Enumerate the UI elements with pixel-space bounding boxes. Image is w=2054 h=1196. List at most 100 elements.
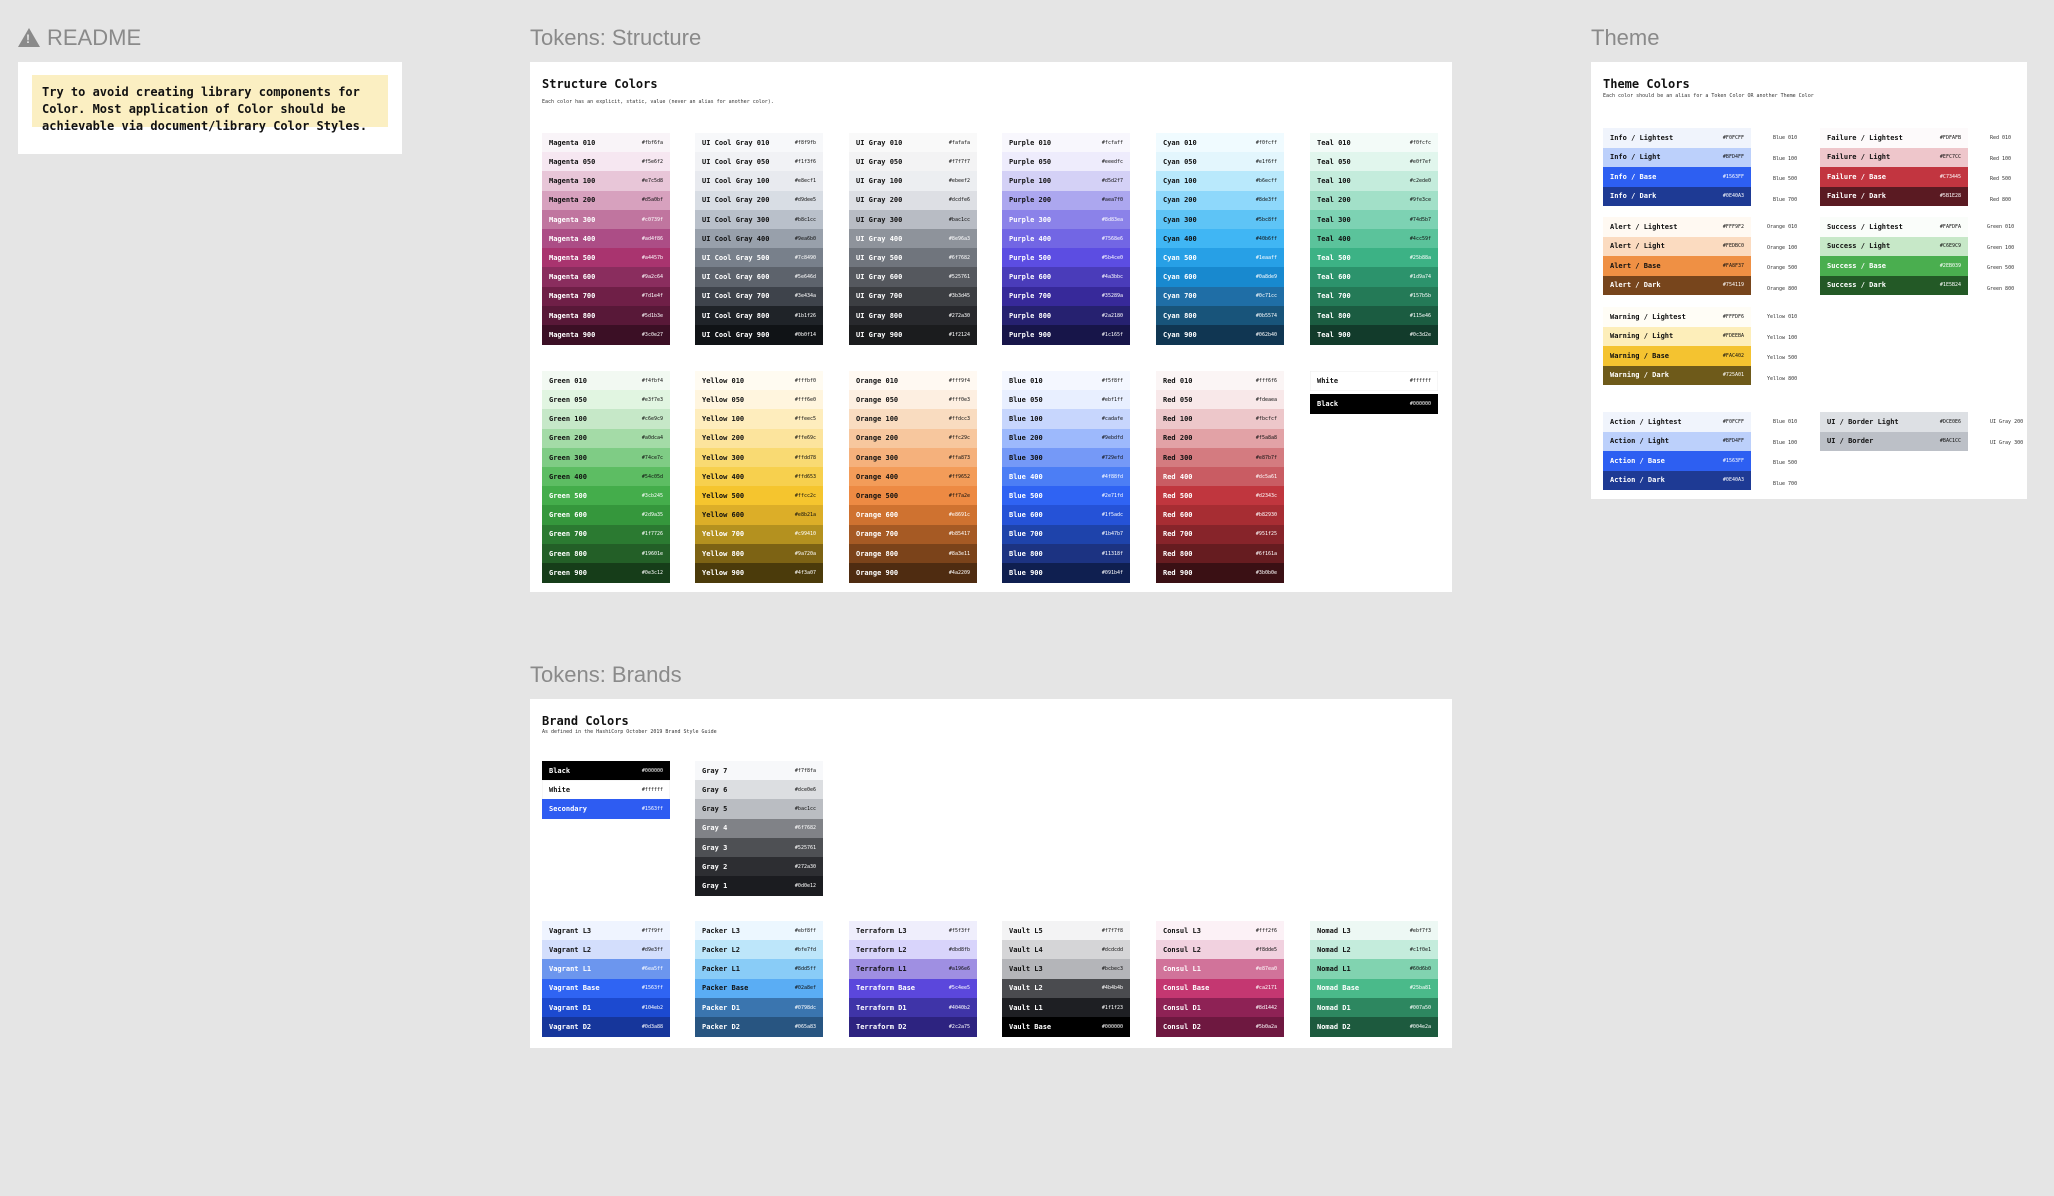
swatch-blue-200[interactable]: Blue 200 #9ebdfd [1002,428,1130,449]
swatch-action-light[interactable]: Action / Light #BFD4FF [1603,431,1751,452]
swatch-orange-400[interactable]: Orange 400 #ff9652 [849,467,977,487]
swatch-yellow-500[interactable]: Yellow 500 #ffcc2c [695,486,823,506]
swatch-consul-l3[interactable]: Consul L3 #fff2f6 [1156,921,1284,941]
swatch-ui-cool-gray-700[interactable]: UI Cool Gray 700 #3e434a [695,286,823,307]
swatch-alert-light[interactable]: Alert / Light #FEDBC0 [1603,236,1751,257]
swatch-gray-6[interactable]: Gray 6 #dce0e6 [695,780,823,800]
swatch-purple-100[interactable]: Purple 100 #d5d2f7 [1002,171,1130,191]
swatch-alert-base[interactable]: Alert / Base #FA8F37 [1603,256,1751,276]
swatch-orange-700[interactable]: Orange 700 #b85417 [849,524,977,545]
swatch-gray-2[interactable]: Gray 2 #272a30 [695,857,823,877]
swatch-red-700[interactable]: Red 700 #951f25 [1156,524,1284,545]
readme-frame[interactable]: Try to avoid creating library components… [18,62,402,154]
swatch-consul-l1[interactable]: Consul L1 #e87ea0 [1156,959,1284,979]
swatch-yellow-900[interactable]: Yellow 900 #4f3a07 [695,563,823,583]
swatch-nomad-base[interactable]: Nomad Base #25ba81 [1310,978,1438,999]
swatch-green-100[interactable]: Green 100 #c6e9c9 [542,409,670,429]
readme-frame-title[interactable]: README [18,25,141,51]
swatch-magenta-300[interactable]: Magenta 300 #c0739f [542,209,670,230]
swatch-red-900[interactable]: Red 900 #3b0b0e [1156,563,1284,583]
swatch-nomad-l1[interactable]: Nomad L1 #60d6b0 [1310,959,1438,979]
swatch-red-010[interactable]: Red 010 #fff6f6 [1156,371,1284,391]
swatch-blue-010[interactable]: Blue 010 #f5f8ff [1002,371,1130,391]
swatch-teal-050[interactable]: Teal 050 #e0f7ef [1310,152,1438,172]
brands-frame[interactable]: Brand Colors As defined in the HashiCorp… [530,699,1452,1048]
swatch-packer-base[interactable]: Packer Base #02a8ef [695,978,823,999]
swatch-ui-cool-gray-010[interactable]: UI Cool Gray 010 #f8f9fb [695,133,823,153]
swatch-green-700[interactable]: Green 700 #1f7726 [542,524,670,545]
swatch-magenta-800[interactable]: Magenta 800 #5d1b3e [542,305,670,326]
swatch-nomad-d2[interactable]: Nomad D2 #004e2a [1310,1017,1438,1037]
swatch-blue-050[interactable]: Blue 050 #ebf1ff [1002,390,1130,410]
structure-frame-title[interactable]: Tokens: Structure [530,25,701,51]
swatch-ui-cool-gray-800[interactable]: UI Cool Gray 800 #1b1f26 [695,305,823,326]
swatch-info-lightest[interactable]: Info / Lightest #F0FCFF [1603,128,1751,148]
brands-frame-title[interactable]: Tokens: Brands [530,662,682,688]
swatch-red-050[interactable]: Red 050 #fdeaea [1156,390,1284,410]
swatch-ui-gray-500[interactable]: UI Gray 500 #6f7682 [849,248,977,268]
swatch-vagrant-d2[interactable]: Vagrant D2 #0d3a88 [542,1017,670,1037]
swatch-gray-4[interactable]: Gray 4 #6f7682 [695,818,823,839]
swatch-magenta-900[interactable]: Magenta 900 #3c0e27 [542,325,670,345]
swatch-teal-010[interactable]: Teal 010 #f0fcfc [1310,133,1438,153]
swatch-gray-1[interactable]: Gray 1 #0d0e12 [695,876,823,896]
swatch-ui-gray-300[interactable]: UI Gray 300 #bac1cc [849,209,977,230]
swatch-red-600[interactable]: Red 600 #b82930 [1156,505,1284,525]
swatch-cyan-050[interactable]: Cyan 050 #e1f6ff [1156,152,1284,172]
swatch-gray-7[interactable]: Gray 7 #f7f8fa [695,761,823,781]
swatch-cyan-600[interactable]: Cyan 600 #0a8de9 [1156,267,1284,287]
swatch-ui-gray-800[interactable]: UI Gray 800 #272a30 [849,305,977,326]
swatch-magenta-010[interactable]: Magenta 010 #fbf6fa [542,133,670,153]
swatch-yellow-050[interactable]: Yellow 050 #fff6e0 [695,390,823,410]
swatch-terraform-l3[interactable]: Terraform L3 #f5f3ff [849,921,977,941]
swatch-info-base[interactable]: Info / Base #1563FF [1603,167,1751,187]
swatch-orange-050[interactable]: Orange 050 #fff0e3 [849,390,977,410]
swatch-purple-200[interactable]: Purple 200 #aea7f0 [1002,190,1130,211]
swatch-teal-800[interactable]: Teal 800 #115e46 [1310,305,1438,326]
swatch-warning-base[interactable]: Warning / Base #FAC402 [1603,346,1751,366]
swatch-cyan-700[interactable]: Cyan 700 #0c71cc [1156,286,1284,307]
swatch-red-300[interactable]: Red 300 #e87b7f [1156,447,1284,468]
swatch-info-light[interactable]: Info / Light #BFD4FF [1603,147,1751,168]
swatch-purple-010[interactable]: Purple 010 #fcfaff [1002,133,1130,153]
swatch-yellow-010[interactable]: Yellow 010 #fffbf0 [695,371,823,391]
swatch-green-900[interactable]: Green 900 #0e3c12 [542,563,670,583]
swatch-success-base[interactable]: Success / Base #2EB039 [1820,256,1968,276]
swatch-purple-300[interactable]: Purple 300 #8d83ea [1002,209,1130,230]
swatch-failure-dark[interactable]: Failure / Dark #5B1E28 [1820,186,1968,207]
theme-frame-title[interactable]: Theme [1591,25,1659,51]
swatch-magenta-100[interactable]: Magenta 100 #e7c5d8 [542,171,670,191]
swatch-secondary[interactable]: Secondary #1563ff [542,799,670,819]
swatch-nomad-l2[interactable]: Nomad L2 #c1f0e1 [1310,940,1438,960]
swatch-packer-l1[interactable]: Packer L1 #8dd5ff [695,959,823,979]
swatch-packer-d2[interactable]: Packer D2 #065a83 [695,1017,823,1037]
swatch-vault-l5[interactable]: Vault L5 #f7f7f8 [1002,921,1130,941]
swatch-ui-gray-600[interactable]: UI Gray 600 #525761 [849,267,977,287]
swatch-ui-border-light[interactable]: UI / Border Light #DCE0E6 [1820,412,1968,432]
swatch-blue-400[interactable]: Blue 400 #4f88fd [1002,467,1130,487]
swatch-orange-010[interactable]: Orange 010 #fff9f4 [849,371,977,391]
swatch-purple-700[interactable]: Purple 700 #35289a [1002,286,1130,307]
swatch-orange-600[interactable]: Orange 600 #e8691c [849,505,977,525]
swatch-packer-l2[interactable]: Packer L2 #bfe7fd [695,940,823,960]
swatch-purple-400[interactable]: Purple 400 #7568e6 [1002,229,1130,249]
swatch-vault-l3[interactable]: Vault L3 #bcbec3 [1002,959,1130,979]
swatch-ui-cool-gray-300[interactable]: UI Cool Gray 300 #b8c1cc [695,209,823,230]
swatch-cyan-200[interactable]: Cyan 200 #8de3ff [1156,190,1284,211]
swatch-green-600[interactable]: Green 600 #2d9a35 [542,505,670,525]
swatch-packer-l3[interactable]: Packer L3 #ebf8ff [695,921,823,941]
swatch-magenta-700[interactable]: Magenta 700 #7d1e4f [542,286,670,307]
swatch-white[interactable]: White #ffffff [542,780,670,800]
swatch-cyan-100[interactable]: Cyan 100 #b6ecff [1156,171,1284,191]
swatch-warning-dark[interactable]: Warning / Dark #725A01 [1603,365,1751,386]
swatch-ui-cool-gray-400[interactable]: UI Cool Gray 400 #9ea6b0 [695,229,823,249]
swatch-vagrant-l1[interactable]: Vagrant L1 #6ea5ff [542,959,670,979]
swatch-action-lightest[interactable]: Action / Lightest #F0FCFF [1603,412,1751,432]
swatch-yellow-200[interactable]: Yellow 200 #ffe69c [695,428,823,449]
swatch-green-800[interactable]: Green 800 #19601e [542,543,670,564]
swatch-orange-200[interactable]: Orange 200 #ffc29c [849,428,977,449]
swatch-failure-lightest[interactable]: Failure / Lightest #FDFAFB [1820,128,1968,148]
swatch-orange-500[interactable]: Orange 500 #ff7a2e [849,486,977,506]
swatch-cyan-400[interactable]: Cyan 400 #40b6ff [1156,229,1284,249]
swatch-red-400[interactable]: Red 400 #dc5a61 [1156,467,1284,487]
